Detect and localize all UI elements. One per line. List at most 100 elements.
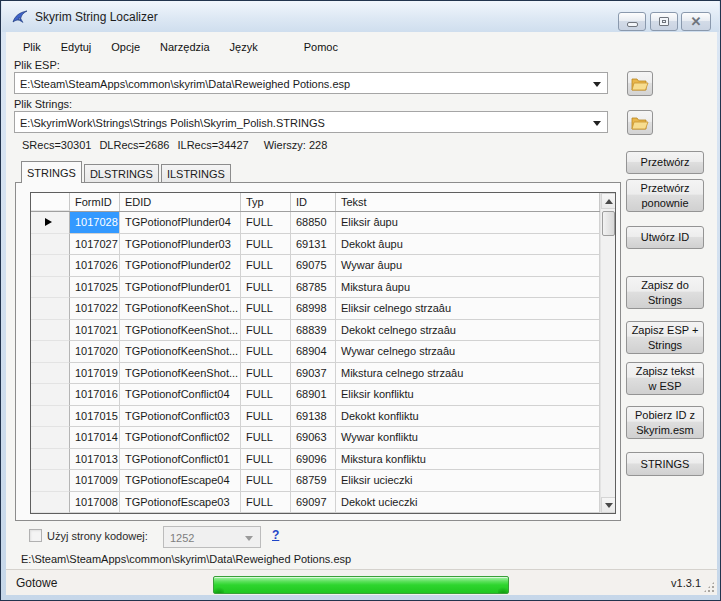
cell-edid[interactable]: TGPotionofPlunder04	[120, 212, 241, 234]
cell-typ[interactable]: FULL	[241, 406, 291, 428]
codepage-help-link[interactable]: ?	[272, 528, 279, 542]
cell-formid[interactable]: 1017020	[70, 341, 120, 363]
cell-formid[interactable]: 1017008	[70, 492, 120, 514]
scroll-up-button[interactable]	[601, 193, 616, 209]
cell-typ[interactable]: FULL	[241, 298, 291, 320]
row-header[interactable]	[31, 298, 70, 320]
cell-edid[interactable]: TGPotionofConflict02	[120, 427, 241, 449]
przetworz-button[interactable]: Przetwórz	[626, 151, 704, 174]
cell-edid[interactable]: TGPotionofConflict03	[120, 406, 241, 428]
cell-id[interactable]: 68839	[291, 320, 336, 342]
cell-typ[interactable]: FULL	[241, 449, 291, 471]
przetworz-ponownie-button[interactable]: Przetwórz ponownie	[626, 179, 704, 212]
row-header[interactable]	[31, 492, 70, 514]
cell-edid[interactable]: TGPotionofEscape03	[120, 492, 241, 514]
cell-tekst[interactable]: Wywar celnego strzaâu	[336, 341, 600, 363]
cell-tekst[interactable]: Wywar konfliktu	[336, 427, 600, 449]
cell-formid[interactable]: 1017025	[70, 277, 120, 299]
menu-jezyk[interactable]: Język	[220, 38, 268, 56]
esp-browse-button[interactable]	[627, 71, 653, 96]
codepage-checkbox[interactable]	[29, 529, 42, 542]
cell-id[interactable]: 69075	[291, 255, 336, 277]
cell-tekst[interactable]: Eliksir ucieczki	[336, 470, 600, 492]
col-header-formid[interactable]: FormID	[70, 193, 120, 211]
minimize-button[interactable]	[618, 12, 646, 31]
col-header-id[interactable]: ID	[291, 193, 336, 211]
cell-formid[interactable]: 1017028	[70, 212, 120, 234]
strings-browse-button[interactable]	[627, 110, 653, 135]
cell-formid[interactable]: 1017019	[70, 363, 120, 385]
zapisz-do-strings-button[interactable]: Zapisz do Strings	[626, 276, 704, 309]
cell-typ[interactable]: FULL	[241, 277, 291, 299]
cell-edid[interactable]: TGPotionofConflict01	[120, 449, 241, 471]
cell-formid[interactable]: 1017013	[70, 449, 120, 471]
row-header[interactable]	[31, 470, 70, 492]
strings-action-button[interactable]: STRINGS	[626, 452, 704, 476]
row-header[interactable]	[31, 341, 70, 363]
cell-id[interactable]: 69096	[291, 449, 336, 471]
cell-id[interactable]: 68901	[291, 384, 336, 406]
cell-tekst[interactable]: Dekokt celnego strzaâu	[336, 320, 600, 342]
cell-id[interactable]: 68785	[291, 277, 336, 299]
cell-formid[interactable]: 1017014	[70, 427, 120, 449]
cell-typ[interactable]: FULL	[241, 212, 291, 234]
menu-narzedzia[interactable]: Narzędzia	[150, 38, 220, 56]
maximize-button[interactable]	[650, 12, 678, 31]
row-header[interactable]	[31, 363, 70, 385]
cell-typ[interactable]: FULL	[241, 363, 291, 385]
menu-opcje[interactable]: Opcje	[101, 38, 150, 56]
pobierz-id-button[interactable]: Pobierz ID z Skyrim.esm	[626, 406, 704, 439]
cell-formid[interactable]: 1017022	[70, 298, 120, 320]
zapisz-tekst-esp-button[interactable]: Zapisz tekst w ESP	[626, 362, 704, 395]
cell-edid[interactable]: TGPotionofKeenShot...	[120, 341, 241, 363]
resize-grip[interactable]	[703, 581, 715, 593]
cell-edid[interactable]: TGPotionofPlunder02	[120, 255, 241, 277]
cell-edid[interactable]: TGPotionofKeenShot...	[120, 298, 241, 320]
cell-tekst[interactable]: Dekokt ucieczki	[336, 492, 600, 514]
col-header-tekst[interactable]: Tekst	[336, 193, 600, 211]
cell-tekst[interactable]: Mikstura âupu	[336, 277, 600, 299]
strings-combo-arrow-icon[interactable]	[593, 121, 601, 126]
cell-id[interactable]: 69063	[291, 427, 336, 449]
cell-id[interactable]: 68759	[291, 470, 336, 492]
cell-edid[interactable]: TGPotionofConflict04	[120, 384, 241, 406]
row-header[interactable]	[31, 320, 70, 342]
cell-id[interactable]: 68998	[291, 298, 336, 320]
scroll-down-button[interactable]	[601, 497, 616, 513]
grid-vertical-scrollbar[interactable]	[600, 193, 615, 513]
row-header[interactable]	[31, 255, 70, 277]
cell-formid[interactable]: 1017009	[70, 470, 120, 492]
cell-typ[interactable]: FULL	[241, 427, 291, 449]
cell-typ[interactable]: FULL	[241, 255, 291, 277]
esp-combo-arrow-icon[interactable]	[593, 82, 601, 87]
close-button[interactable]: ✕	[681, 12, 711, 31]
tab-dlstrings[interactable]: DLSTRINGS	[84, 164, 159, 183]
grid-corner-cell[interactable]	[31, 193, 70, 211]
cell-tekst[interactable]: Eliksir celnego strzaâu	[336, 298, 600, 320]
cell-id[interactable]: 69037	[291, 363, 336, 385]
cell-formid[interactable]: 1017016	[70, 384, 120, 406]
col-header-typ[interactable]: Typ	[241, 193, 291, 211]
cell-edid[interactable]: TGPotionofKeenShot...	[120, 320, 241, 342]
cell-typ[interactable]: FULL	[241, 470, 291, 492]
esp-file-combo[interactable]: E:\Steam\SteamApps\common\skyrim\Data\Re…	[14, 72, 608, 94]
row-header[interactable]	[31, 406, 70, 428]
col-header-edid[interactable]: EDID	[120, 193, 241, 211]
utworz-id-button[interactable]: Utwórz ID	[626, 226, 704, 249]
cell-tekst[interactable]: Eliksir âupu	[336, 212, 600, 234]
cell-formid[interactable]: 1017027	[70, 234, 120, 256]
row-header[interactable]	[31, 277, 70, 299]
tab-ilstrings[interactable]: ILSTRINGS	[161, 164, 231, 183]
strings-file-combo[interactable]: E:\SkyrimWork\Strings\Strings Polish\Sky…	[14, 111, 608, 133]
codepage-combo[interactable]: 1252	[163, 526, 261, 548]
cell-edid[interactable]: TGPotionofPlunder03	[120, 234, 241, 256]
cell-edid[interactable]: TGPotionofKeenShot...	[120, 363, 241, 385]
cell-tekst[interactable]: Dekokt âupu	[336, 234, 600, 256]
cell-id[interactable]: 68850	[291, 212, 336, 234]
cell-id[interactable]: 69097	[291, 492, 336, 514]
cell-edid[interactable]: TGPotionofPlunder01	[120, 277, 241, 299]
cell-formid[interactable]: 1017021	[70, 320, 120, 342]
cell-typ[interactable]: FULL	[241, 492, 291, 514]
cell-tekst[interactable]: Wywar âupu	[336, 255, 600, 277]
cell-tekst[interactable]: Mikstura celnego strzaâu	[336, 363, 600, 385]
